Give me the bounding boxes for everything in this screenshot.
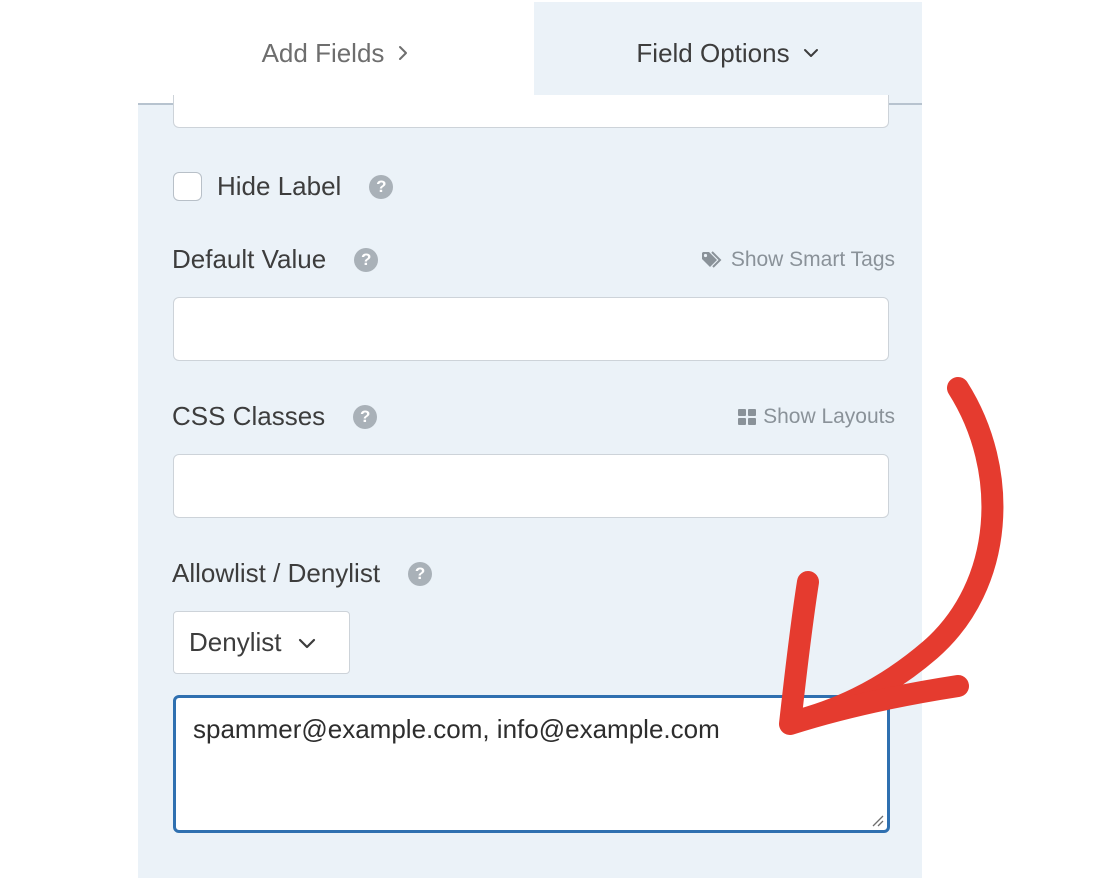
denylist-textarea[interactable]: spammer@example.com, info@example.com bbox=[173, 695, 890, 833]
grid-icon bbox=[738, 409, 757, 425]
chevron-right-icon bbox=[396, 44, 410, 62]
form-builder-sidebar: Add Fields Field Options Hide Label ? De… bbox=[0, 0, 1116, 878]
show-layouts-link[interactable]: Show Layouts bbox=[737, 405, 895, 429]
show-smart-tags-link[interactable]: Show Smart Tags bbox=[701, 248, 895, 272]
default-value-label-row: Default Value ? bbox=[172, 244, 379, 275]
question-circle-icon[interactable]: ? bbox=[408, 561, 433, 586]
resize-handle-icon[interactable] bbox=[870, 813, 884, 827]
tab-field-options-label: Field Options bbox=[636, 37, 790, 68]
tags-icon bbox=[701, 251, 722, 268]
hide-label-text: Hide Label bbox=[217, 171, 342, 201]
tab-add-fields[interactable]: Add Fields bbox=[138, 2, 534, 104]
allowlist-label-row: Allowlist / Denylist ? bbox=[172, 558, 433, 589]
allowlist-select-value: Denylist bbox=[189, 627, 282, 657]
allowlist-select[interactable]: Denylist bbox=[173, 611, 350, 674]
question-circle-icon[interactable]: ? bbox=[353, 404, 378, 429]
denylist-entries: spammer@example.com, info@example.com bbox=[193, 714, 720, 744]
show-layouts-text: Show Layouts bbox=[763, 405, 895, 428]
default-value-label: Default Value bbox=[172, 244, 327, 274]
tab-field-options[interactable]: Field Options bbox=[534, 2, 922, 104]
css-classes-input[interactable] bbox=[173, 454, 889, 518]
label-input[interactable] bbox=[173, 95, 889, 128]
css-classes-label-row: CSS Classes ? bbox=[172, 401, 378, 432]
hide-label-checkbox[interactable] bbox=[173, 172, 202, 201]
show-smart-tags-text: Show Smart Tags bbox=[730, 248, 895, 271]
question-circle-icon[interactable]: ? bbox=[354, 247, 379, 272]
css-classes-label: CSS Classes bbox=[172, 401, 326, 431]
question-circle-icon[interactable]: ? bbox=[369, 174, 394, 199]
hide-label-row: Hide Label ? bbox=[173, 171, 394, 202]
default-value-input[interactable] bbox=[173, 297, 889, 361]
tab-add-fields-label: Add Fields bbox=[261, 37, 385, 68]
field-options-panel: Hide Label ? Default Value ? Show Smart … bbox=[138, 95, 922, 878]
allowlist-label: Allowlist / Denylist bbox=[172, 558, 381, 588]
chevron-down-icon bbox=[802, 46, 820, 60]
chevron-down-icon bbox=[297, 636, 317, 650]
